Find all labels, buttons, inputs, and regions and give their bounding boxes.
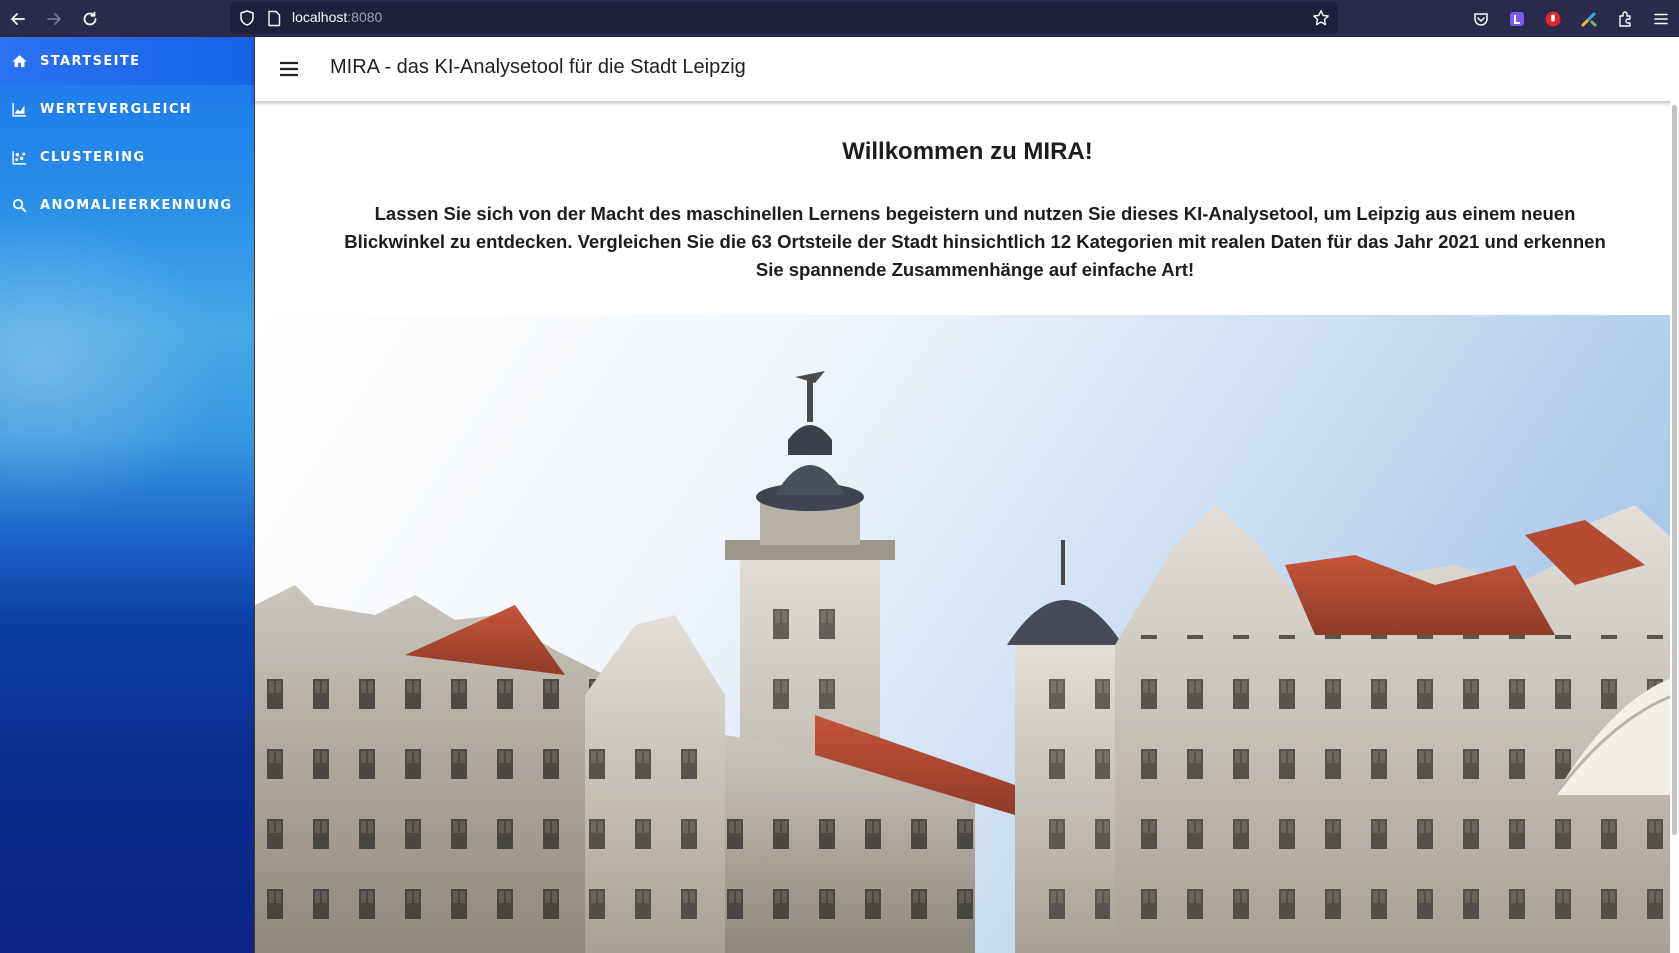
sidebar-item-label: CLUSTERING bbox=[40, 149, 146, 165]
page-icon bbox=[268, 10, 281, 27]
browser-menu-button[interactable] bbox=[1643, 0, 1679, 37]
block-hand-icon bbox=[1545, 11, 1561, 26]
url-port: :8080 bbox=[347, 9, 383, 25]
pocket-button[interactable] bbox=[1463, 0, 1499, 37]
reload-button[interactable] bbox=[72, 0, 108, 37]
sidebar-item-wertevergleich[interactable]: WERTEVERGLEICH bbox=[0, 85, 254, 133]
scrollbar-thumb[interactable] bbox=[1672, 105, 1677, 835]
sidebar-item-label: ANOMALIEERKENNUNG bbox=[40, 197, 233, 213]
sidebar-item-clustering[interactable]: CLUSTERING bbox=[0, 133, 254, 181]
back-button[interactable] bbox=[0, 0, 36, 37]
url-host: localhost bbox=[292, 9, 348, 25]
extension-l-button[interactable] bbox=[1499, 0, 1535, 37]
hamburger-menu-icon bbox=[280, 61, 298, 77]
sidebar-item-label: STARTSEITE bbox=[40, 53, 141, 69]
scatter-chart-icon bbox=[11, 149, 28, 166]
main-content: Willkommen zu MIRA! Lassen Sie sich von … bbox=[254, 101, 1679, 953]
home-icon bbox=[11, 53, 28, 70]
intro-text: Lassen Sie sich von der Macht des maschi… bbox=[344, 203, 1606, 280]
reload-icon bbox=[83, 11, 97, 25]
address-bar[interactable]: localhost:8080 bbox=[230, 2, 1338, 34]
extension-brush-icon bbox=[1581, 12, 1597, 26]
app-title: MIRA - das KI-Analysetool für die Stadt … bbox=[330, 56, 746, 78]
pocket-icon bbox=[1474, 12, 1488, 26]
search-icon bbox=[11, 197, 28, 214]
forward-button[interactable] bbox=[36, 0, 72, 37]
area-chart-icon bbox=[11, 101, 28, 118]
bookmark-star-icon[interactable] bbox=[1312, 9, 1330, 27]
shield-icon[interactable] bbox=[238, 9, 256, 27]
sidebar-item-startseite[interactable]: STARTSEITE bbox=[0, 37, 254, 85]
hamburger-menu-icon bbox=[1654, 13, 1668, 24]
url-text: localhost:8080 bbox=[292, 9, 382, 25]
forward-arrow-icon bbox=[47, 12, 61, 25]
extension-l-icon bbox=[1510, 11, 1524, 26]
sidebar-item-anomalieerkennung[interactable]: ANOMALIEERKENNUNG bbox=[0, 181, 254, 229]
extension-brush-button[interactable] bbox=[1571, 0, 1607, 37]
back-arrow-icon bbox=[11, 12, 25, 25]
page-scrollbar[interactable] bbox=[1670, 101, 1679, 953]
hero-image-leipzig-town-hall bbox=[255, 315, 1679, 953]
page-title: Willkommen zu MIRA! bbox=[842, 138, 1093, 165]
sidebar: STARTSEITE WERTEVERGLEICH CLUSTERING ANO… bbox=[0, 37, 254, 953]
app-bar: MIRA - das KI-Analysetool für die Stadt … bbox=[254, 37, 1679, 101]
browser-toolbar: localhost:8080 bbox=[0, 0, 1679, 37]
extensions-puzzle-icon bbox=[1619, 10, 1631, 27]
menu-toggle-button[interactable] bbox=[277, 57, 301, 81]
extensions-button[interactable] bbox=[1607, 0, 1643, 37]
extensions-area bbox=[1463, 0, 1679, 37]
sidebar-item-label: WERTEVERGLEICH bbox=[40, 101, 193, 117]
block-button[interactable] bbox=[1535, 0, 1571, 37]
